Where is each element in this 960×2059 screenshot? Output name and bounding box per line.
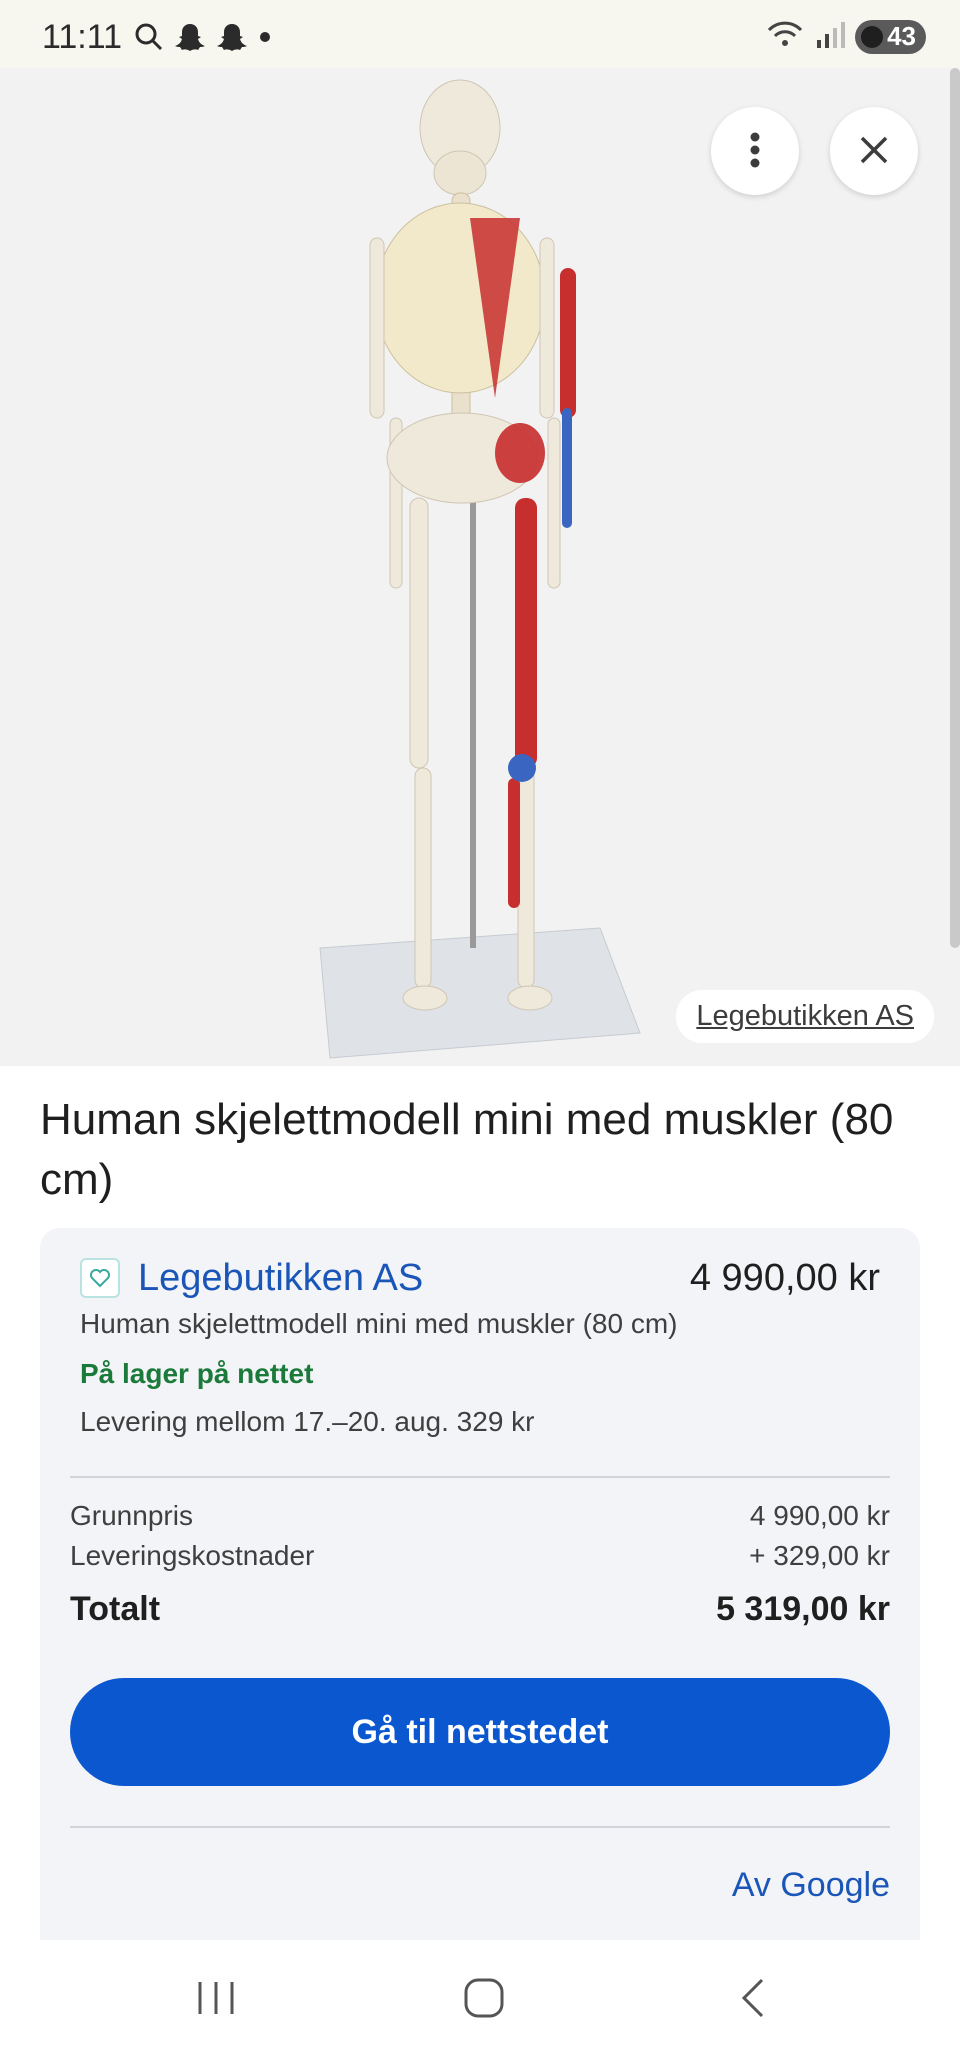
home-icon (462, 1976, 506, 2025)
base-price-value: 4 990,00 kr (749, 1500, 890, 1531)
back-button[interactable] (713, 1970, 793, 2030)
merchant-name[interactable]: Legebutikken AS (138, 1257, 423, 1300)
shipping-label: Leveringskostnader (70, 1540, 315, 1571)
dot-icon (258, 22, 272, 57)
total-row: Totalt 5 319,00 kr (70, 1590, 890, 1629)
product-image[interactable] (0, 68, 960, 1066)
scrollbar[interactable] (950, 68, 960, 948)
search-icon (134, 22, 164, 57)
by-google-link[interactable]: Av Google (732, 1866, 890, 1905)
offer-card: Legebutikken AS 4 990,00 kr Human skjele… (40, 1228, 920, 1940)
navigation-bar (0, 1940, 960, 2059)
status-time: 11:11 (42, 18, 123, 56)
wifi-icon (765, 18, 805, 55)
home-button[interactable] (444, 1970, 524, 2030)
battery-level: 43 (887, 21, 916, 51)
offer-description: Human skjelettmodell mini med muskler (8… (80, 1308, 678, 1339)
snapchat-icon (216, 22, 248, 57)
battery-icon: 43 (855, 19, 926, 54)
snapchat-icon (174, 22, 206, 57)
go-to-website-button[interactable]: Gå til nettstedet (70, 1678, 890, 1786)
back-icon (738, 1976, 768, 2025)
more-options-button[interactable] (711, 107, 799, 195)
status-bar: 11:11 43 (0, 0, 960, 68)
offer-price: 4 990,00 kr (689, 1256, 880, 1299)
more-vertical-icon (749, 132, 761, 171)
base-price-label: Grunnpris (70, 1500, 193, 1531)
skeleton-illustration (319, 79, 641, 1059)
total-value: 5 319,00 kr (716, 1590, 890, 1628)
divider (70, 1476, 890, 1478)
shipping-value: + 329,00 kr (749, 1540, 890, 1571)
delivery-info: Levering mellom 17.–20. aug. 329 kr (80, 1406, 535, 1437)
close-button[interactable] (830, 107, 918, 195)
merchant-logo-icon (80, 1258, 120, 1298)
shipping-row: Leveringskostnader + 329,00 kr (70, 1540, 890, 1572)
status-icons-right: 43 (765, 18, 926, 55)
battery-saver-icon (861, 25, 884, 48)
divider (70, 1826, 890, 1828)
signal-icon (815, 18, 846, 55)
image-source-link[interactable]: Legebutikken AS (676, 990, 934, 1043)
base-price-row: Grunnpris 4 990,00 kr (70, 1500, 890, 1532)
product-title: Human skjelettmodell mini med muskler (8… (40, 1095, 894, 1204)
stock-status: På lager på nettet (80, 1358, 314, 1389)
close-icon (859, 135, 889, 168)
status-icons-left (134, 22, 272, 57)
total-label: Totalt (70, 1590, 161, 1628)
recent-apps-icon (194, 1978, 238, 2023)
recent-apps-button[interactable] (176, 1970, 256, 2030)
merchant-row[interactable]: Legebutikken AS 4 990,00 kr (80, 1250, 880, 1306)
